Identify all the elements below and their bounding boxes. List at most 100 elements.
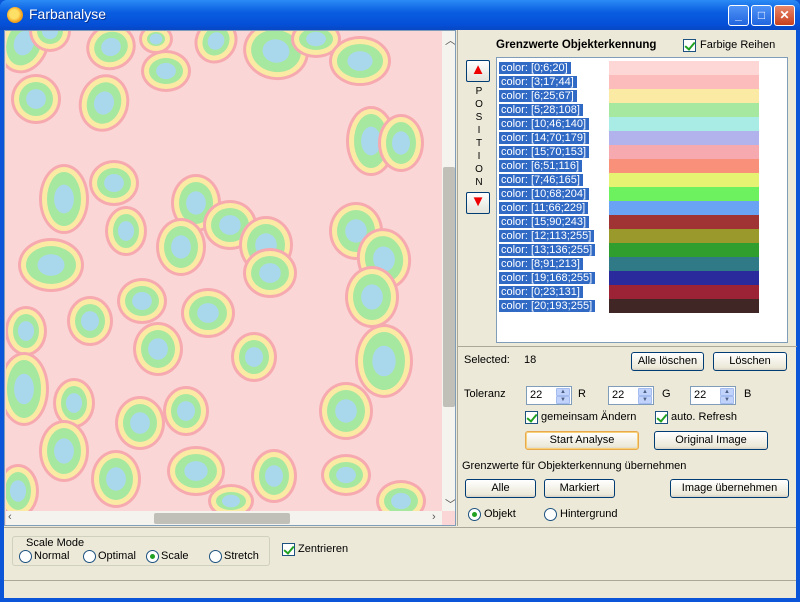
threshold-row[interactable]: color: [6;25;67] xyxy=(499,89,599,103)
spin-up-icon[interactable]: ▲ xyxy=(720,388,734,396)
threshold-row-label: color: [0;23;131] xyxy=(499,286,583,298)
scale-scale-radio[interactable] xyxy=(146,550,159,563)
threshold-row[interactable]: color: [5;28;108] xyxy=(499,103,599,117)
cell-shape xyxy=(329,36,391,86)
cell-shape xyxy=(243,248,297,298)
cell-shape xyxy=(18,238,84,292)
move-down-button[interactable]: ▼ xyxy=(466,192,490,214)
threshold-row[interactable]: color: [7;46;165] xyxy=(499,173,599,187)
cell-shape xyxy=(378,114,424,172)
threshold-row[interactable]: color: [14;70;179] xyxy=(499,131,599,145)
cell-shape xyxy=(117,278,167,324)
minimize-button[interactable]: _ xyxy=(728,5,749,26)
horizontal-scroll-thumb[interactable] xyxy=(154,513,290,524)
tolerance-b-stepper[interactable]: 22 ▲ ▼ xyxy=(690,386,736,405)
cell-shape xyxy=(376,480,426,511)
threshold-row[interactable]: color: [6;51;116] xyxy=(499,159,599,173)
threshold-row[interactable]: color: [3;17;44] xyxy=(499,75,599,89)
auto-refresh-checkbox[interactable] xyxy=(655,411,668,424)
scroll-down-icon[interactable]: ﹀ xyxy=(445,496,455,512)
background-radio-label: Hintergrund xyxy=(560,508,618,520)
spin-up-icon[interactable]: ▲ xyxy=(556,388,570,396)
scale-mode-title: Scale Mode xyxy=(24,537,87,549)
threshold-row[interactable]: color: [15;90;243] xyxy=(499,215,599,229)
scale-optimal-label: Optimal xyxy=(98,550,136,562)
cell-shape xyxy=(89,160,139,206)
threshold-row[interactable]: color: [8;91;213] xyxy=(499,257,599,271)
cell-shape xyxy=(105,206,147,256)
background-radio[interactable] xyxy=(544,508,557,521)
threshold-row[interactable]: color: [20;193;255] xyxy=(499,299,599,313)
threshold-color-swatch xyxy=(609,201,759,215)
scale-stretch-label: Stretch xyxy=(224,550,259,562)
scale-mode-group: Scale Mode Normal Optimal Scale Stretch xyxy=(12,536,270,566)
vertical-scrollbar[interactable]: ︿ ﹀ xyxy=(442,31,455,512)
vertical-scroll-thumb[interactable] xyxy=(443,167,455,407)
cell-shape xyxy=(11,74,61,124)
change-together-label: gemeinsam Ändern xyxy=(541,411,637,423)
threshold-color-swatch xyxy=(609,103,759,117)
threshold-row[interactable]: color: [13;136;255] xyxy=(499,243,599,257)
position-control: ▲ POSITION ▼ xyxy=(466,58,492,218)
window-title: Farbanalyse xyxy=(29,6,107,22)
maximize-button[interactable]: □ xyxy=(751,5,772,26)
center-checkbox[interactable] xyxy=(282,543,295,556)
take-image-button[interactable]: Image übernehmen xyxy=(670,479,789,498)
close-button[interactable]: ✕ xyxy=(774,5,795,26)
scroll-up-icon[interactable]: ︿ xyxy=(445,32,455,48)
threshold-color-swatch xyxy=(609,75,759,89)
scale-optimal-radio[interactable] xyxy=(83,550,96,563)
threshold-row[interactable]: color: [11;66;229] xyxy=(499,201,599,215)
start-analysis-button[interactable]: Start Analyse xyxy=(525,431,639,450)
title-bar[interactable]: Farbanalyse _ □ ✕ xyxy=(0,0,800,30)
object-radio[interactable] xyxy=(468,508,481,521)
change-together-checkbox[interactable] xyxy=(525,411,538,424)
tolerance-b-label: B xyxy=(744,388,752,400)
original-image-button[interactable]: Original Image xyxy=(654,431,768,450)
threshold-row[interactable]: color: [10;68;204] xyxy=(499,187,599,201)
image-view: ︿ ﹀ ‹ › xyxy=(4,30,456,526)
position-letter: S xyxy=(475,112,483,123)
threshold-color-swatch xyxy=(609,229,759,243)
tolerance-g-stepper[interactable]: 22 ▲ ▼ xyxy=(608,386,654,405)
spin-down-icon[interactable]: ▼ xyxy=(720,396,734,404)
clear-all-button[interactable]: Alle löschen xyxy=(631,352,704,371)
tolerance-r-stepper[interactable]: 22 ▲ ▼ xyxy=(526,386,572,405)
colored-rows-checkbox[interactable] xyxy=(683,39,696,52)
threshold-row-label: color: [6;51;116] xyxy=(499,160,583,172)
horizontal-scrollbar[interactable]: ‹ › xyxy=(6,511,442,525)
threshold-color-swatch xyxy=(609,243,759,257)
threshold-list[interactable]: color: [0;6;20] color: [3;17;44] color: [6… xyxy=(496,57,788,343)
center-label: Zentrieren xyxy=(298,543,349,555)
scroll-right-icon[interactable]: › xyxy=(432,511,436,523)
threshold-row-label: color: [20;193;255] xyxy=(499,300,596,312)
bottom-bar: Scale Mode Normal Optimal Scale Stretch … xyxy=(4,527,796,598)
segmented-image[interactable] xyxy=(6,31,442,511)
threshold-row[interactable]: color: [12;113;255] xyxy=(499,229,599,243)
threshold-row-label: color: [3;17;44] xyxy=(499,76,577,88)
threshold-row[interactable]: color: [19;168;255] xyxy=(499,271,599,285)
threshold-color-swatch xyxy=(609,145,759,159)
scroll-left-icon[interactable]: ‹ xyxy=(8,511,12,523)
threshold-row[interactable]: color: [10;46;140] xyxy=(499,117,599,131)
thresholds-header: Grenzwerte Objekterkennung xyxy=(496,39,657,51)
control-panel: Grenzwerte Objekterkennung Farbige Reihe… xyxy=(457,30,797,526)
threshold-row[interactable]: color: [0;6;20] xyxy=(499,61,599,75)
threshold-row-label: color: [12;113;255] xyxy=(499,230,595,242)
spin-up-icon[interactable]: ▲ xyxy=(638,388,652,396)
position-letter: N xyxy=(475,177,483,188)
delete-button[interactable]: Löschen xyxy=(713,352,787,371)
all-button[interactable]: Alle xyxy=(465,479,536,498)
position-letter: P xyxy=(475,86,483,97)
marked-button[interactable]: Markiert xyxy=(544,479,615,498)
scale-stretch-radio[interactable] xyxy=(209,550,222,563)
scale-normal-radio[interactable] xyxy=(19,550,32,563)
spin-down-icon[interactable]: ▼ xyxy=(556,396,570,404)
move-up-button[interactable]: ▲ xyxy=(466,60,490,82)
threshold-color-swatch xyxy=(609,89,759,103)
threshold-row[interactable]: color: [15;70;153] xyxy=(499,145,599,159)
threshold-row-label: color: [15;70;153] xyxy=(499,146,590,158)
spin-down-icon[interactable]: ▼ xyxy=(638,396,652,404)
threshold-row[interactable]: color: [0;23;131] xyxy=(499,285,599,299)
app-window: Farbanalyse _ □ ✕ ︿ ﹀ ‹ › Grenzwerte Obj… xyxy=(0,0,800,602)
